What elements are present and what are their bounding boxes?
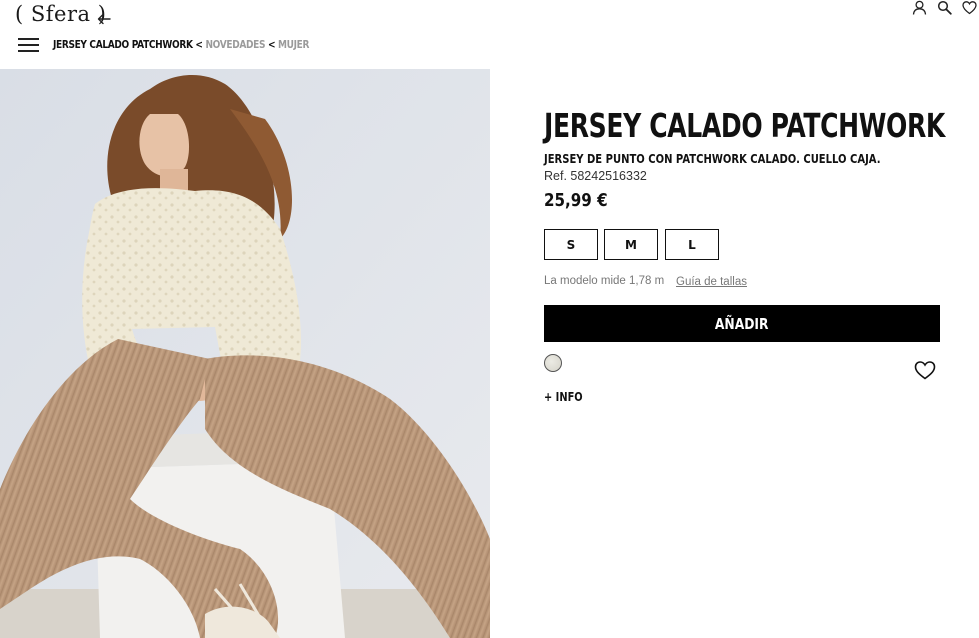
more-info-link[interactable]: + INFO [544, 390, 583, 404]
product-title: JERSEY CALADO PATCHWORK [544, 106, 945, 145]
size-s-button[interactable]: S [544, 229, 598, 260]
add-to-cart-label: AÑADIR [715, 314, 769, 333]
color-swatch[interactable] [544, 354, 562, 372]
back-arrow-icon[interactable] [97, 10, 111, 26]
model-photo-illustration [0, 69, 490, 638]
breadcrumb-current: JERSEY CALADO PATCHWORK [53, 39, 193, 51]
favorite-heart-icon[interactable] [914, 360, 936, 380]
breadcrumb: JERSEY CALADO PATCHWORK < NOVEDADES < MU… [53, 39, 309, 51]
product-description: JERSEY DE PUNTO CON PATCHWORK CALADO. CU… [544, 151, 881, 166]
size-l-button[interactable]: L [665, 229, 719, 260]
breadcrumb-separator: < [267, 39, 276, 51]
model-height-note: La modelo mide 1,78 m [544, 275, 665, 287]
size-guide-link[interactable]: Guía de tallas [676, 276, 747, 288]
breadcrumb-link-mujer[interactable]: MUJER [278, 39, 309, 51]
hamburger-menu-icon[interactable] [18, 38, 39, 52]
size-m-button[interactable]: M [604, 229, 658, 260]
product-photo [0, 69, 490, 638]
sfera-logo[interactable]: ( Sfera ) [15, 2, 106, 26]
breadcrumb-separator: < [195, 39, 203, 51]
search-icon[interactable] [937, 0, 952, 15]
heart-icon[interactable] [962, 0, 977, 15]
product-reference: Ref. 58242516332 [544, 169, 647, 183]
site-header: ( Sfera ) JERSEY CALADO PATCHWORK < NOVE… [0, 0, 979, 68]
user-icon[interactable] [912, 0, 927, 15]
product-price: 25,99 € [544, 190, 608, 211]
add-to-cart-button[interactable]: AÑADIR [544, 305, 940, 342]
breadcrumb-link-novedades[interactable]: NOVEDADES [205, 39, 265, 51]
